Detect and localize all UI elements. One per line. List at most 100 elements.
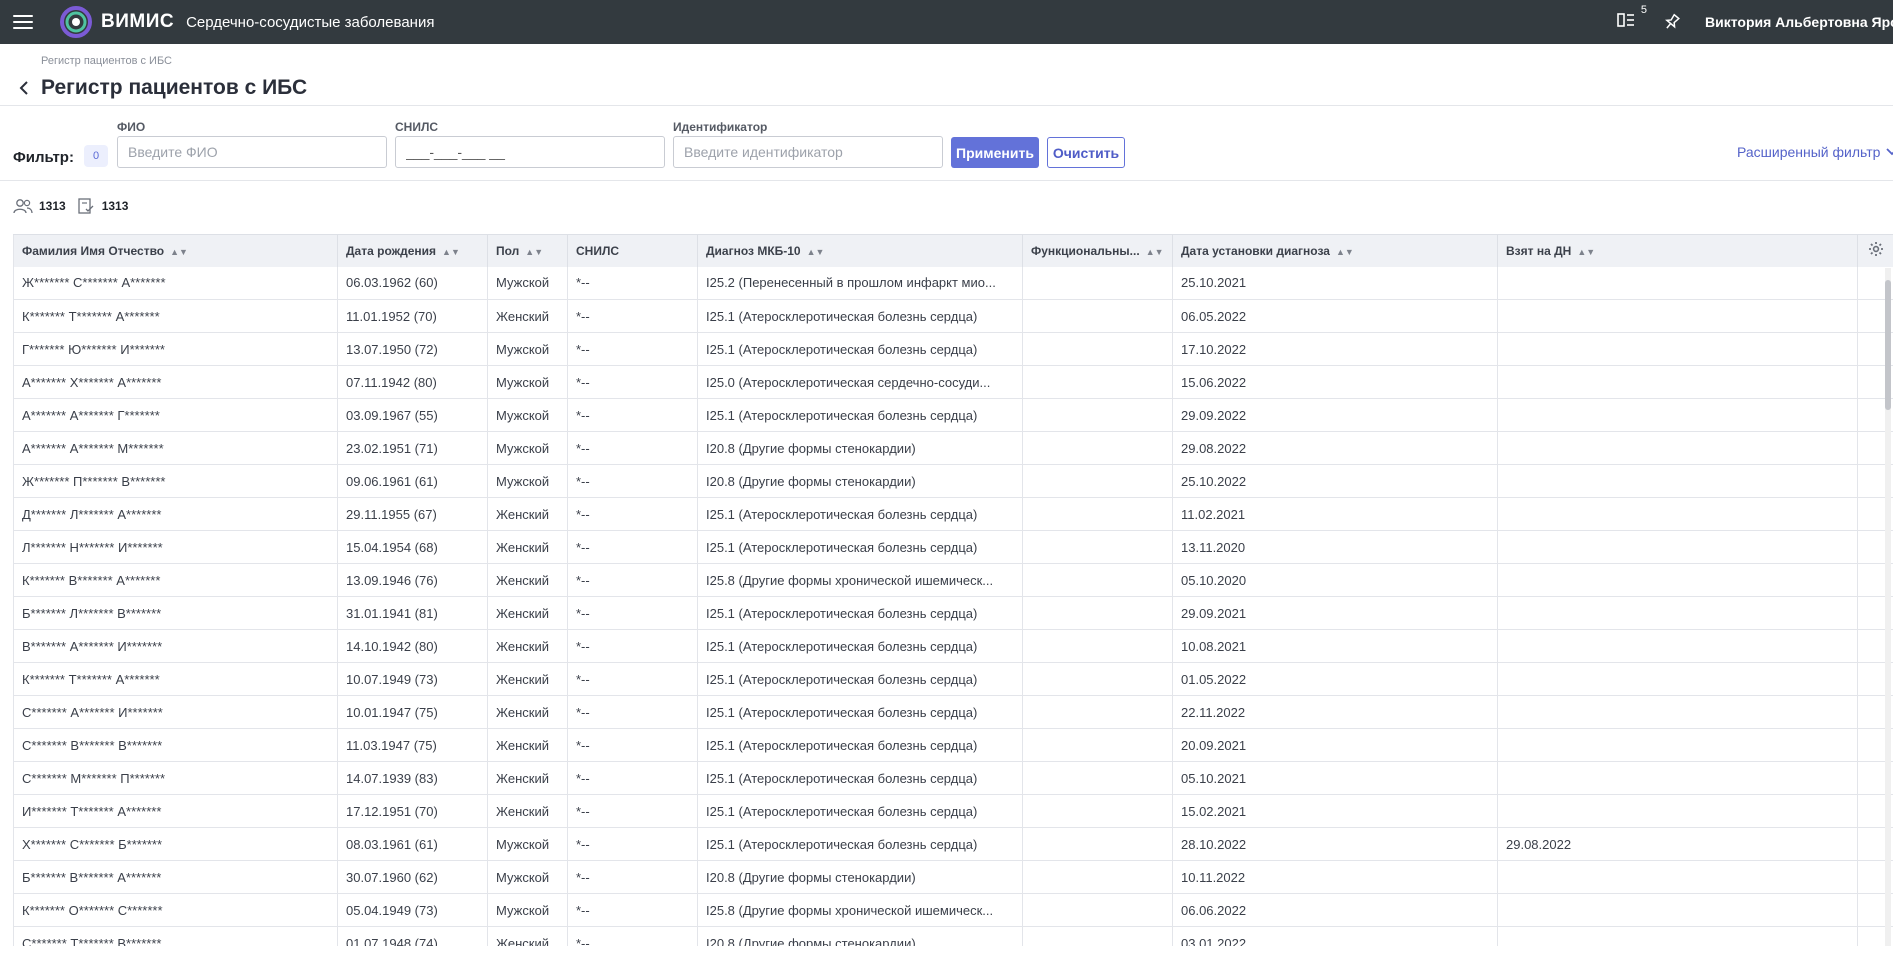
- table-row[interactable]: Х******* С******* Б******* 08.03.1961 (61…: [13, 827, 1893, 861]
- table-cell: Женский: [487, 530, 568, 564]
- table-cell: 29.09.2021: [1172, 596, 1498, 630]
- sort-icon[interactable]: ▲▼: [525, 247, 543, 257]
- column-header[interactable]: Диагноз МКБ-10 ▲▼: [697, 234, 1023, 267]
- table-row[interactable]: А******* Х******* А******* 07.11.1942 (80…: [13, 365, 1893, 399]
- column-header[interactable]: Взят на ДН ▲▼: [1497, 234, 1858, 267]
- menu-icon[interactable]: [13, 15, 33, 29]
- table-cell: Женский: [487, 794, 568, 828]
- table-row[interactable]: К******* Т******* А******* 11.01.1952 (70…: [13, 299, 1893, 333]
- table-cell: Женский: [487, 761, 568, 795]
- table-row[interactable]: А******* А******* Г******* 03.09.1967 (55…: [13, 398, 1893, 432]
- table-cell: 14.07.1939 (83): [337, 761, 488, 795]
- table-cell: 13.11.2020: [1172, 530, 1498, 564]
- clear-button[interactable]: Очистить: [1047, 137, 1125, 168]
- table-cell: I25.1 (Атеросклеротическая болезнь сердц…: [697, 695, 1023, 729]
- table-row[interactable]: К******* О******* С******* 05.04.1949 (73…: [13, 893, 1893, 927]
- table-row[interactable]: С******* М******* П******* 14.07.1939 (83…: [13, 761, 1893, 795]
- column-header[interactable]: Функциональны... ▲▼: [1022, 234, 1173, 267]
- table-cell: I25.1 (Атеросклеротическая болезнь сердц…: [697, 629, 1023, 663]
- table-row[interactable]: Г******* Ю******* И******* 13.07.1950 (72…: [13, 332, 1893, 366]
- table-row[interactable]: В******* А******* И******* 14.10.1942 (80…: [13, 629, 1893, 663]
- column-header[interactable]: Пол ▲▼: [487, 234, 568, 267]
- table-row[interactable]: С******* В******* В******* 11.03.1947 (75…: [13, 728, 1893, 762]
- fio-input[interactable]: [117, 136, 387, 168]
- table-cell: 28.10.2022: [1172, 827, 1498, 861]
- column-header[interactable]: СНИЛС: [567, 234, 698, 267]
- sort-icon[interactable]: ▲▼: [1336, 247, 1354, 257]
- table-cell: [1497, 365, 1858, 399]
- table-row[interactable]: Б******* Л******* В******* 31.01.1941 (81…: [13, 596, 1893, 630]
- breadcrumb[interactable]: Регистр пациентов с ИБС: [41, 55, 172, 67]
- table-cell: [1497, 497, 1858, 531]
- table-cell: [1497, 464, 1858, 498]
- top-bar: ВИМИС Сердечно-сосудистые заболевания 5 …: [0, 0, 1893, 44]
- table-cell: [1497, 299, 1858, 333]
- table-cell: [1497, 398, 1858, 432]
- sort-icon[interactable]: ▲▼: [1146, 247, 1164, 257]
- table-cell: *--: [567, 332, 698, 366]
- column-header[interactable]: Дата рождения ▲▼: [337, 234, 488, 267]
- user-name[interactable]: Виктория Альбертовна Ярова: [1705, 14, 1893, 30]
- table-cell: Женский: [487, 926, 568, 946]
- scrollbar-thumb[interactable]: [1885, 280, 1891, 410]
- sort-icon[interactable]: ▲▼: [170, 247, 188, 257]
- table-row[interactable]: К******* В******* А******* 13.09.1946 (76…: [13, 563, 1893, 597]
- table-cell: Мужской: [487, 893, 568, 927]
- snils-input[interactable]: [395, 136, 665, 168]
- table-cell: 13.09.1946 (76): [337, 563, 488, 597]
- table-cell: Женский: [487, 596, 568, 630]
- table-cell: [1497, 530, 1858, 564]
- table-row[interactable]: Б******* В******* А******* 30.07.1960 (62…: [13, 860, 1893, 894]
- table-cell: I25.1 (Атеросклеротическая болезнь сердц…: [697, 530, 1023, 564]
- table-cell: [1022, 530, 1173, 564]
- table-cell: Х******* С******* Б*******: [13, 827, 338, 861]
- sort-icon[interactable]: ▲▼: [1577, 247, 1595, 257]
- table-cell: I25.1 (Атеросклеротическая болезнь сердц…: [697, 827, 1023, 861]
- table-cell: 13.07.1950 (72): [337, 332, 488, 366]
- notifications-button[interactable]: 5: [1617, 4, 1647, 32]
- chevron-left-icon[interactable]: [16, 79, 32, 97]
- app-subtitle: Сердечно-сосудистые заболевания: [186, 13, 435, 31]
- vimis-logo-icon[interactable]: [59, 5, 93, 39]
- table-cell: К******* Т******* А*******: [13, 662, 338, 696]
- table-cell: I20.8 (Другие формы стенокардии): [697, 431, 1023, 465]
- table-cell: I25.1 (Атеросклеротическая болезнь сердц…: [697, 794, 1023, 828]
- column-header[interactable]: Дата установки диагноза ▲▼: [1172, 234, 1498, 267]
- table-row[interactable]: Ж******* П******* В******* 09.06.1961 (61…: [13, 464, 1893, 498]
- table-row[interactable]: Ж******* С******* А******* 06.03.1962 (60…: [13, 266, 1893, 300]
- table-row[interactable]: С******* Т******* В******* 01.07.1948 (74…: [13, 926, 1893, 946]
- table-cell: 09.06.1961 (61): [337, 464, 488, 498]
- identifier-input[interactable]: [673, 136, 943, 168]
- pin-icon[interactable]: [1663, 13, 1681, 31]
- table-cell: *--: [567, 761, 698, 795]
- table-cell: *--: [567, 299, 698, 333]
- table-row[interactable]: Л******* Н******* И******* 15.04.1954 (68…: [13, 530, 1893, 564]
- sort-icon[interactable]: ▲▼: [442, 247, 460, 257]
- table-row[interactable]: И******* Т******* А******* 17.12.1951 (70…: [13, 794, 1893, 828]
- table-row[interactable]: Д******* Л******* А******* 29.11.1955 (67…: [13, 497, 1893, 531]
- table-cell: 11.03.1947 (75): [337, 728, 488, 762]
- table-row[interactable]: А******* А******* М******* 23.02.1951 (71…: [13, 431, 1893, 465]
- table-cell: Л******* Н******* И*******: [13, 530, 338, 564]
- apply-button[interactable]: Применить: [951, 137, 1039, 168]
- table-cell: *--: [567, 530, 698, 564]
- table-cell: *--: [567, 662, 698, 696]
- advanced-filter-toggle[interactable]: Расширенный фильтр: [1737, 144, 1893, 160]
- table-cell: 29.09.2022: [1172, 398, 1498, 432]
- column-header[interactable]: Фамилия Имя Отчество ▲▼: [13, 234, 338, 267]
- table-cell: [1497, 332, 1858, 366]
- table-cell: [1497, 728, 1858, 762]
- table-row[interactable]: К******* Т******* А******* 10.07.1949 (73…: [13, 662, 1893, 696]
- table-cell: 05.10.2021: [1172, 761, 1498, 795]
- gear-icon[interactable]: [1868, 241, 1884, 257]
- sort-icon[interactable]: ▲▼: [807, 247, 825, 257]
- table-cell: *--: [567, 596, 698, 630]
- table-row[interactable]: С******* А******* И******* 10.01.1947 (75…: [13, 695, 1893, 729]
- table-cell: *--: [567, 464, 698, 498]
- table-cell: I20.8 (Другие формы стенокардии): [697, 860, 1023, 894]
- table-cell: [1022, 332, 1173, 366]
- table-cell: 11.01.1952 (70): [337, 299, 488, 333]
- table-cell: I25.2 (Перенесенный в прошлом инфаркт ми…: [697, 266, 1023, 300]
- table-settings[interactable]: [1857, 234, 1893, 267]
- table-scrollbar[interactable]: [1885, 268, 1891, 946]
